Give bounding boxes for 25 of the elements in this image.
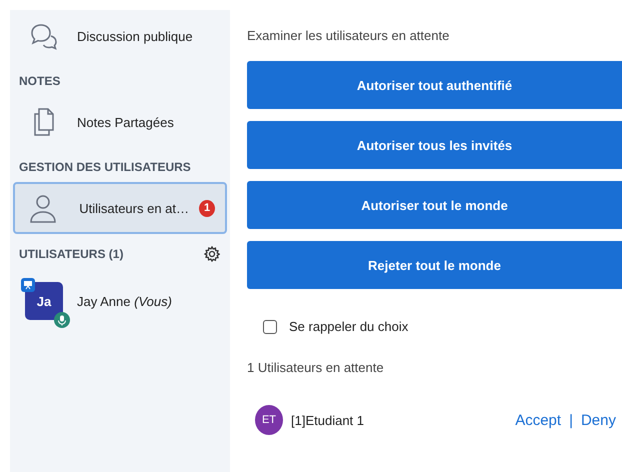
action-button[interactable]: Rejeter tout le monde bbox=[247, 241, 622, 289]
user-avatar: ET bbox=[255, 405, 283, 435]
sidebar-item[interactable]: Utilisateurs en at… 1 bbox=[13, 182, 227, 234]
sidebar-item[interactable]: Discussion publique bbox=[13, 10, 227, 62]
separator: | bbox=[569, 412, 573, 428]
checkbox[interactable] bbox=[263, 320, 277, 334]
notification-badge: 1 bbox=[199, 200, 215, 216]
section-header: UTILISATEURS (1) bbox=[19, 247, 124, 261]
user-icon bbox=[29, 193, 58, 223]
section-header: NOTES bbox=[18, 73, 62, 90]
section-header: GESTION DES UTILISATEURS bbox=[18, 159, 192, 176]
action-button[interactable]: Autoriser tous les invités bbox=[247, 121, 622, 169]
accept-link[interactable]: Accept bbox=[515, 412, 562, 428]
action-button[interactable]: Autoriser tout authentifié bbox=[247, 61, 622, 109]
panel-title: Examiner les utilisateurs en attente bbox=[247, 28, 450, 43]
checkbox-label: Se rappeler du choix bbox=[289, 319, 408, 334]
deny-link[interactable]: Deny bbox=[580, 412, 616, 428]
sidebar-item[interactable]: Notes Partagées bbox=[13, 96, 227, 148]
chat-icon bbox=[29, 22, 59, 50]
user-name: [1]Etudiant 1 bbox=[291, 412, 365, 428]
action-button[interactable]: Autoriser tout le monde bbox=[247, 181, 622, 229]
user-name: Jay Anne (Vous) bbox=[77, 294, 172, 308]
microphone-icon bbox=[54, 312, 70, 328]
settings-icon[interactable] bbox=[204, 246, 220, 262]
waiting-count: 1 Utilisateurs en attente bbox=[247, 360, 385, 375]
